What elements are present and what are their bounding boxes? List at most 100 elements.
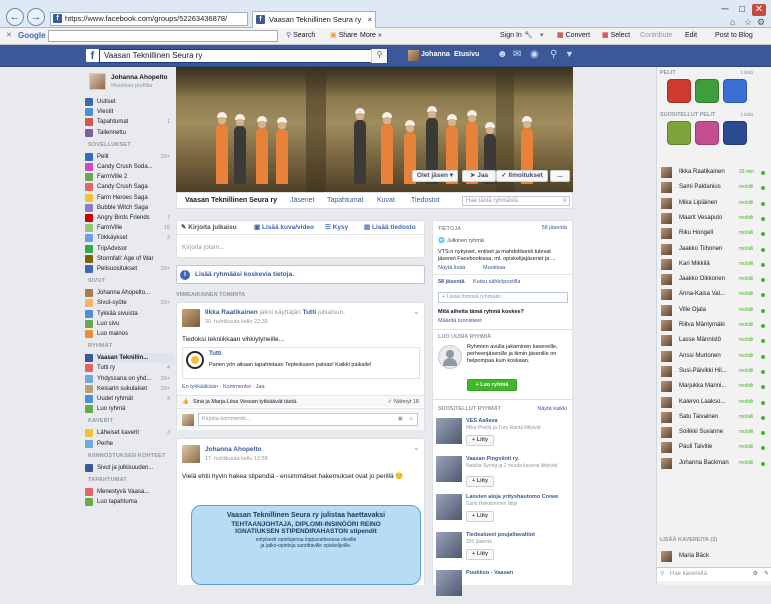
share-group-button[interactable]: ➤ Jaa: [462, 170, 496, 182]
left-nav-item[interactable]: Pelit 20+: [84, 152, 174, 162]
toolbar-close-icon[interactable]: ✕: [6, 28, 12, 44]
left-nav-item[interactable]: Tutti ry 4: [84, 363, 174, 373]
facebook-logo-icon[interactable]: f: [86, 49, 99, 62]
chat-contact[interactable]: Jaakko Oikkonen mobiili: [659, 272, 765, 287]
address-bar[interactable]: f https://www.facebook.com/groups/522634…: [50, 12, 248, 26]
game-tile[interactable]: [667, 79, 691, 103]
games-more-link[interactable]: Lisää: [741, 70, 753, 76]
suggested-games-more-link[interactable]: Lisää: [741, 112, 753, 118]
members-count-link[interactable]: 58 jäsentä: [438, 279, 465, 285]
add-member-input[interactable]: + Lisää ihmisiä ryhmään: [438, 292, 568, 303]
suggested-group-name[interactable]: Laovien aloja yrityshautomo Crewe: [466, 494, 566, 500]
facebook-search-icon[interactable]: ⚲: [371, 49, 387, 63]
suggested-group-name[interactable]: Puukkoo - Vaasan: [466, 570, 566, 576]
composer-input[interactable]: Kirjoita jotain...: [182, 244, 225, 251]
left-nav-item[interactable]: Candy Crush Soda...: [84, 162, 174, 172]
messages-icon[interactable]: ✉: [513, 49, 521, 60]
convert-button[interactable]: ▦ Convert: [557, 28, 590, 44]
back-icon[interactable]: ←: [6, 8, 24, 26]
left-nav-item[interactable]: Viestit: [84, 107, 174, 117]
profile-avatar[interactable]: [89, 73, 106, 90]
group-search-input[interactable]: Hae tästä ryhmästä ⚲: [462, 196, 570, 206]
select-button[interactable]: ▦ Select: [602, 28, 630, 44]
suggested-group-name[interactable]: VES Aallava: [466, 418, 566, 424]
left-nav-item[interactable]: Tapahtumat 1: [84, 117, 174, 127]
comment-camera-icon[interactable]: ▣: [398, 414, 403, 425]
chat-contact[interactable]: Marjukka Manni... mobiili: [659, 379, 765, 394]
game-tile[interactable]: [695, 79, 719, 103]
shared-post[interactable]: Tutti Parien yön aikaan tapahtetaan Tept…: [182, 347, 420, 379]
chat-contact[interactable]: Maarit Vesaputo mobiili: [659, 211, 765, 226]
tab-photos[interactable]: Kuvat: [377, 193, 395, 208]
tab-files[interactable]: Tiedostot: [411, 193, 440, 208]
chat-contact[interactable]: Maria Bäck: [659, 549, 759, 564]
group-info-banner[interactable]: i Lisää ryhmääsi koskevia tietoja.: [176, 265, 425, 284]
facebook-search-input[interactable]: Vaasan Teknillinen Seura ry ⚲: [99, 49, 388, 63]
post-seen-count[interactable]: ✓ Nähnyt 18: [388, 396, 419, 408]
left-nav-item[interactable]: TripAdvisor: [84, 244, 174, 254]
left-nav-item[interactable]: Uudet ryhmät 4: [84, 394, 174, 404]
toolbar-options-icon[interactable]: ▾: [540, 28, 544, 44]
comment-sticker-icon[interactable]: ☺: [408, 414, 414, 425]
left-nav-item[interactable]: Tökkäykset 2: [84, 233, 174, 243]
header-avatar[interactable]: [408, 50, 419, 61]
game-tile[interactable]: [695, 121, 719, 145]
post2-menu-chevron-icon[interactable]: ⌄: [413, 443, 420, 452]
joined-button[interactable]: Olet jäsen ▾: [412, 170, 458, 182]
signin-button[interactable]: Sign In: [500, 28, 522, 44]
chat-contact[interactable]: Soilikki Suvanne mobiili: [659, 425, 765, 440]
google-search-input[interactable]: [48, 30, 278, 42]
chat-search-input[interactable]: ⚲ Hae kavereita ⚙ ✎: [657, 567, 771, 581]
chat-contact[interactable]: Kari Mikkilä mobiili: [659, 257, 765, 272]
left-nav-item[interactable]: Pelisuositukset 20+: [84, 264, 174, 274]
chat-contact[interactable]: Mika Lipiäinen mobiili: [659, 196, 765, 211]
post-author-avatar[interactable]: [182, 309, 200, 327]
browser-tab[interactable]: f Vaasan Teknillinen Seura ry ×: [252, 11, 376, 28]
favorites-star-icon[interactable]: ☆: [744, 17, 752, 28]
post2-author-name[interactable]: Johanna Ahopelto: [205, 446, 261, 453]
edit-button[interactable]: Edit: [685, 28, 697, 44]
left-nav-item[interactable]: Perhe: [84, 439, 174, 449]
chat-contact[interactable]: Ilkka Raatikainen 26 min: [659, 165, 765, 180]
close-window-icon[interactable]: ✕: [752, 4, 766, 16]
chat-contact[interactable]: Lasse Männistö mobiili: [659, 333, 765, 348]
composer-poll-tab[interactable]: ☰ Kysy: [325, 221, 348, 235]
wrench-icon[interactable]: 🔧: [524, 28, 533, 44]
suggested-group[interactable]: Vaasan Pingviinit ry. Natalia Syring ja 2…: [436, 454, 566, 490]
account-menu-icon[interactable]: ▼: [565, 49, 574, 59]
join-group-button[interactable]: + Liity: [466, 435, 494, 446]
minimize-icon[interactable]: ─: [718, 4, 732, 16]
left-nav-item[interactable]: FarmVille 16: [84, 223, 174, 233]
invite-email-link[interactable]: Kutsu sähköpostilla: [473, 279, 520, 285]
left-nav-item[interactable]: Stormfall: Age of War: [84, 254, 174, 264]
chat-contact[interactable]: Riku Hongell mobiili: [659, 226, 765, 241]
left-nav-item[interactable]: Sivut-syöte 20+: [84, 298, 174, 308]
left-nav-item[interactable]: Sivut ja julkisuuden...: [84, 463, 174, 473]
left-nav-item[interactable]: Luo mainos: [84, 329, 174, 339]
join-group-button[interactable]: + Liity: [466, 549, 494, 560]
chat-contact[interactable]: Anna-Kaisa Val... mobiili: [659, 287, 765, 302]
chat-contact[interactable]: Kalervo Laakso... mobiili: [659, 395, 765, 410]
notifications-icon[interactable]: ◉: [530, 49, 539, 60]
chat-contact[interactable]: Pauli Talvitie mobiili: [659, 440, 765, 455]
suggested-group[interactable]: VES Aallava Mika Pietilä ja Turo Rantä li…: [436, 416, 566, 452]
chat-contact[interactable]: Satu Taivainen mobiili: [659, 410, 765, 425]
left-nav-item[interactable]: Läheiset kaverit 3: [84, 428, 174, 438]
chat-compose-icon[interactable]: ✎: [764, 568, 769, 581]
post2-author-avatar[interactable]: [182, 445, 200, 463]
profile-name[interactable]: Johanna Ahopelto: [111, 74, 167, 81]
left-nav-item[interactable]: Yhdyssana on yhd... 20+: [84, 374, 174, 384]
post-actions[interactable]: En tykkääkään · Kommentoi · Jaa: [182, 384, 265, 390]
left-nav-item[interactable]: Johanna Ahopelto...: [84, 288, 174, 298]
more-options-button[interactable]: ...: [550, 170, 570, 182]
left-nav-item[interactable]: FarmVille 2: [84, 172, 174, 182]
left-nav-item[interactable]: Vaasan Teknillin...: [84, 353, 174, 364]
tab-members[interactable]: Jäsenet: [290, 193, 315, 208]
chat-contact[interactable]: Riitva Mäntymäki mobiili: [659, 318, 765, 333]
left-nav-item[interactable]: Bubble Witch Saga: [84, 203, 174, 213]
tab-events[interactable]: Tapahtumat: [327, 193, 364, 208]
post-via-target[interactable]: Tutti: [303, 309, 317, 316]
join-group-button[interactable]: + Liity: [466, 511, 494, 522]
chat-contact[interactable]: Sami Paldanius mobiili: [659, 180, 765, 195]
post2-timestamp[interactable]: 17. huhtikuuta kello 12:58: [205, 456, 268, 462]
